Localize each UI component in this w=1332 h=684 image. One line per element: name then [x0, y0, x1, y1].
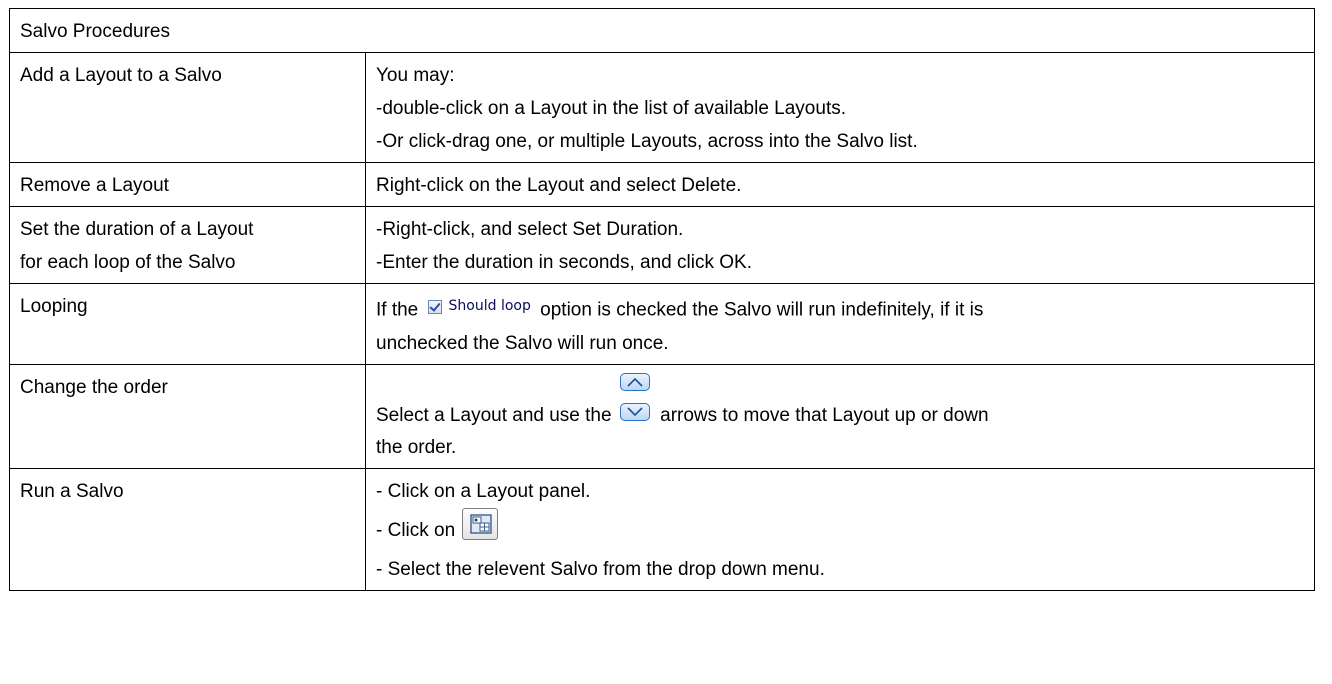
- text-before: - Click on: [376, 519, 456, 541]
- description-line: the order.: [376, 436, 457, 458]
- label-line: for each loop of the Salvo: [20, 252, 236, 273]
- description-line: -Right-click, and select Set Duration.: [376, 219, 684, 240]
- table-row: Run a Salvo - Click on a Layout panel. -…: [9, 467, 1315, 591]
- table-row: Set the duration of a Layout for each lo…: [9, 206, 1315, 284]
- row-label: Remove a Layout: [9, 162, 366, 207]
- row-label: Set the duration of a Layout for each lo…: [9, 206, 366, 284]
- row-description: Right-click on the Layout and select Del…: [365, 162, 1315, 207]
- row-label: Add a Layout to a Salvo: [9, 52, 366, 163]
- description-line: - Click on: [376, 507, 1304, 553]
- description-line: If the Should loop option is checked the…: [376, 290, 1304, 327]
- text-after: option is checked the Salvo will run ind…: [540, 299, 984, 321]
- row-description: -Right-click, and select Set Duration. -…: [365, 206, 1315, 284]
- description-line: - Click on a Layout panel.: [376, 480, 591, 502]
- arrow-up-icon: [619, 372, 650, 391]
- checkbox-checked-icon: [427, 299, 442, 314]
- table-row: Looping If the Should loop option is che…: [9, 283, 1315, 365]
- table-row: Change the order Select a Layout and use…: [9, 363, 1315, 469]
- up-down-arrows-icon: [619, 372, 652, 423]
- row-description: You may: -double-click on a Layout in th…: [365, 52, 1315, 163]
- checkbox-label: Should loop: [448, 298, 531, 314]
- row-description: Select a Layout and use the arrows to mo…: [365, 363, 1315, 469]
- label-line: Set the duration of a Layout: [20, 219, 254, 240]
- table-row: Add a Layout to a Salvo You may: -double…: [9, 52, 1315, 163]
- description-line: - Select the relevent Salvo from the dro…: [376, 558, 825, 580]
- row-label: Change the order: [9, 363, 366, 469]
- description-line: You may:: [376, 65, 455, 86]
- salvo-procedures-table: Salvo Procedures Add a Layout to a Salvo…: [9, 8, 1315, 591]
- row-label: Run a Salvo: [9, 467, 366, 591]
- row-description: If the Should loop option is checked the…: [365, 283, 1315, 365]
- description-line: Right-click on the Layout and select Del…: [376, 175, 742, 196]
- table-header-row: Salvo Procedures: [9, 8, 1315, 53]
- row-description: - Click on a Layout panel. - Click on - …: [365, 467, 1315, 591]
- description-line: Select a Layout and use the arrows to mo…: [376, 372, 1304, 431]
- table-row: Remove a Layout Right-click on the Layou…: [9, 162, 1315, 207]
- should-loop-checkbox: Should loop: [427, 290, 531, 323]
- description-line: unchecked the Salvo will run once.: [376, 332, 669, 354]
- text-before: Select a Layout and use the: [376, 404, 612, 426]
- text-after: arrows to move that Layout up or down: [660, 404, 989, 426]
- table-title: Salvo Procedures: [9, 8, 1315, 53]
- description-line: -double-click on a Layout in the list of…: [376, 98, 846, 119]
- description-line: -Enter the duration in seconds, and clic…: [376, 252, 752, 273]
- row-label: Looping: [9, 283, 366, 365]
- description-line: -Or click-drag one, or multiple Layouts,…: [376, 131, 918, 152]
- arrow-down-icon: [619, 402, 650, 421]
- salvo-layout-button-icon: [462, 507, 499, 540]
- text-before: If the: [376, 299, 419, 321]
